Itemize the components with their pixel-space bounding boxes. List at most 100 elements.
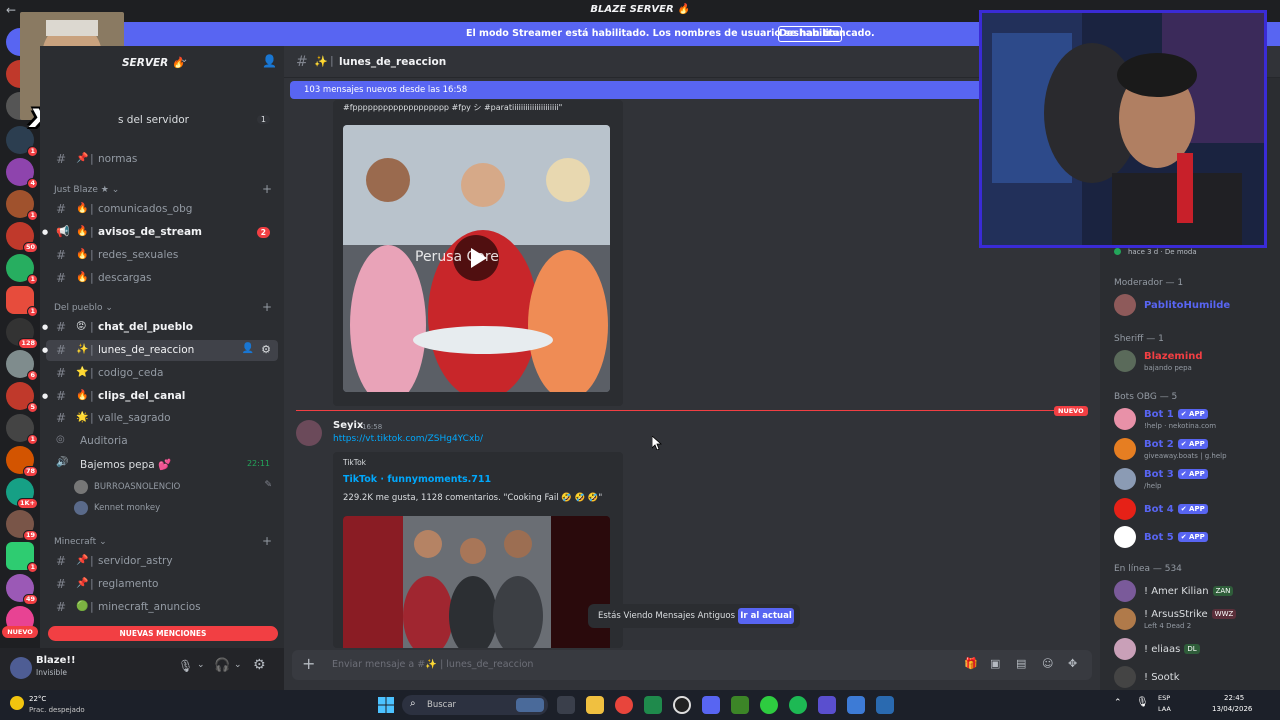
video-thumbnail[interactable] [343,516,610,648]
server-icon[interactable]: 1K+ [6,478,38,509]
server-guide[interactable]: s del servidor 1 [46,110,278,131]
add-channel-icon[interactable]: + [262,300,272,314]
new-pill[interactable]: NUEVO [2,626,38,638]
category-minecraft[interactable]: Minecraft ⌄ [54,537,107,547]
server-name[interactable]: SERVER 🔥 [122,56,185,69]
member-item[interactable]: Blazemind bajando pepa [1114,348,1274,376]
status-dot [1114,248,1121,255]
task-view-icon[interactable] [557,696,575,714]
category-del-pueblo[interactable]: Del pueblo ⌄ [54,303,113,313]
clock-time[interactable]: 22:45 [1224,694,1244,702]
avatar[interactable] [10,657,32,679]
chrome-icon[interactable] [615,696,633,714]
server-icon[interactable]: 1 [6,414,38,445]
channel-codigo-ceda[interactable]: # ⭐ | codigo_ceda [46,363,278,384]
invite-icon[interactable]: 👤 [242,343,254,354]
notepad-icon[interactable] [847,696,865,714]
member-item[interactable]: ! ArsusStrike WWZ Left 4 Dead 2 [1114,606,1274,634]
search-box[interactable]: ⌕ Buscar [402,695,548,715]
member-item[interactable]: ! Sootk [1114,664,1274,692]
server-icon[interactable]: 5 [6,382,38,413]
server-icon[interactable]: 128 [6,318,38,349]
app-icon[interactable] [876,696,894,714]
chevron-down-icon[interactable]: ⌄ [180,54,188,65]
voice-channel[interactable]: 🔊 Bajemos pepa 💕 22:11 [46,454,278,475]
chevron-up-icon[interactable]: ⌃ [1114,698,1122,708]
gear-icon[interactable]: ⚙ [253,657,266,673]
add-channel-icon[interactable]: + [262,534,272,548]
server-icon[interactable]: 50 [6,222,38,253]
spotify-icon[interactable] [789,696,807,714]
server-icon[interactable]: 19 [6,510,38,541]
obs-icon[interactable] [673,696,691,714]
message-input[interactable]: Enviar mensaje a #✨ | lunes_de_reaccion [332,659,533,670]
channel-chat-del-pueblo[interactable]: ● # 😡 | chat_del_pueblo [42,317,278,338]
message-author[interactable]: Seyix [333,420,363,431]
mic-icon[interactable]: 🎙 [1136,697,1149,708]
mic-icon[interactable]: 🎙 [178,659,193,673]
server-icon[interactable]: 6 [6,350,38,381]
language[interactable]: ESP [1158,694,1170,702]
jump-to-present-button[interactable]: Ir al actual [738,608,794,624]
gif-icon[interactable]: ▣ [990,657,1000,670]
voice-user[interactable]: BURROASNOLENCIO [94,482,180,492]
channel-minecraft-anuncios[interactable]: # 🟢 | minecraft_anuncios [46,597,278,618]
discord-icon[interactable] [702,696,720,714]
add-channel-icon[interactable]: + [262,182,272,196]
channel-valle-sagrado[interactable]: # 🌟 | valle_sagrado [46,408,278,429]
member-item[interactable]: Bot 3 ✔ APP /help [1114,466,1274,494]
message-link[interactable]: https://vt.tiktok.com/ZSHg4YCxb/ [333,434,483,444]
channel-descargas[interactable]: # 🔥 | descargas [46,268,278,289]
new-messages-bar[interactable]: 103 mensajes nuevos desde las 16:58 [290,81,990,99]
member-item[interactable]: Bot 2 ✔ APP giveaway.boats | g.help [1114,436,1274,464]
server-icon[interactable]: 1 [6,190,38,221]
member-item[interactable]: Bot 5 ✔ APP [1114,524,1274,552]
server-icon[interactable]: 49 [6,574,38,605]
channel-lunes-de-reaccion[interactable]: ● # ✨ | lunes_de_reaccion 👤 ⚙ [42,340,278,361]
server-icon[interactable]: 1 [6,254,38,285]
chevron-down-icon[interactable]: ⌄ [234,660,242,670]
server-icon[interactable]: 1 [6,542,38,573]
channel-servidor-astry[interactable]: # 📌 | servidor_astry [46,551,278,572]
channel-comunicados[interactable]: # 🔥 | comunicados_obg [46,199,278,220]
new-mentions-pill[interactable]: NUEVAS MENCIONES [48,626,278,641]
weather-temp[interactable]: 22°C [29,695,46,703]
member-item[interactable]: PablitoHumilde [1114,292,1274,320]
server-icon[interactable]: 4 [6,158,38,189]
member-item[interactable]: ! Amer Kilian ZAN [1114,578,1274,606]
server-icon[interactable]: 1 [6,286,38,317]
voice-user[interactable]: Kennet monkey [94,503,160,513]
xbox-icon[interactable] [760,696,778,714]
emoji-icon[interactable]: ☺ [1042,657,1053,670]
member-item[interactable]: ! eliaas DL [1114,636,1274,664]
minecraft-icon[interactable] [731,696,749,714]
channel-redes[interactable]: # 🔥 | redes_sexuales [46,245,278,266]
gift-icon[interactable]: 🎁 [964,657,978,670]
video-scene [343,516,610,648]
member-item[interactable]: Bot 1 ✔ APP !help · nekotina.com [1114,406,1274,434]
channel-auditoria[interactable]: ◎ Auditoria [46,431,278,452]
windows-start-icon[interactable] [378,697,394,713]
channel-normas[interactable]: # 📌 | normas [46,149,278,170]
sticker-icon[interactable]: ▤ [1016,657,1026,670]
avatar[interactable] [296,420,322,446]
apps-icon[interactable]: ✥ [1068,657,1077,670]
channel-reglamento[interactable]: # 📌 | reglamento [46,574,278,595]
embed-title[interactable]: TikTok · funnymoments.711 [343,474,491,485]
plus-icon[interactable]: + [302,654,315,673]
add-member-icon[interactable]: 👤 [262,54,277,68]
server-icon[interactable]: 78 [6,446,38,477]
app-icon[interactable] [818,696,836,714]
video-thumbnail[interactable]: Perusa Core [343,125,610,392]
channel-clips[interactable]: ● # 🔥 | clips_del_canal [42,386,278,407]
file-explorer-icon[interactable] [586,696,604,714]
avatar [1114,638,1136,660]
chevron-down-icon[interactable]: ⌄ [197,660,205,670]
disable-streamer-button[interactable]: Deshabilitar [778,26,844,42]
headphones-icon[interactable]: 🎧 [214,658,230,673]
category-just-blaze[interactable]: Just Blaze ★ ⌄ [54,185,119,195]
member-item[interactable]: Bot 4 ✔ APP [1114,496,1274,524]
gear-icon[interactable]: ⚙ [261,343,271,356]
channel-avisos[interactable]: ● 📢 🔥 | avisos_de_stream 2 [42,222,278,243]
app-icon[interactable] [644,696,662,714]
